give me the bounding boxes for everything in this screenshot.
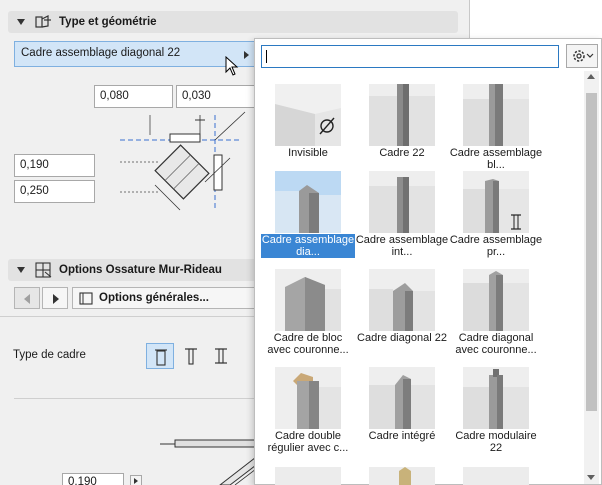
- cadre-assemblage-pr-image: [463, 171, 529, 233]
- section-header-type-geometry[interactable]: Type et géométrie: [8, 11, 458, 33]
- profile-thumbnail-partial: [463, 467, 529, 485]
- section-title-frame-options: Options Ossature Mur-Rideau: [59, 264, 222, 276]
- options-page-label: Options générales...: [99, 292, 209, 304]
- divider: [0, 316, 262, 317]
- frame-preview-diagram: [160, 439, 260, 485]
- profile-label: Cadre modulaire 22: [455, 430, 537, 454]
- profile-item-cadre-double-regulier[interactable]: Cadre double régulier avec c...: [261, 367, 355, 463]
- profile-picker-popup: Invisible Cadre 22 Cadre assemblage bl..…: [254, 38, 602, 485]
- previous-page-button[interactable]: [14, 287, 40, 309]
- profile-item-cadre-assemblage-int[interactable]: Cadre assemblage int...: [355, 171, 449, 267]
- profile-label: Cadre assemblage dia...: [261, 234, 355, 258]
- cadre-integre-image: [369, 367, 435, 429]
- profile-label: Cadre de bloc avec couronne...: [267, 332, 349, 356]
- profile-label: Cadre assemblage pr...: [449, 234, 543, 258]
- profile-thumbnail: [463, 171, 529, 233]
- chevron-right-icon: [244, 51, 249, 59]
- profile-label: Invisible: [288, 147, 328, 159]
- profile-thumbnail: [275, 269, 341, 331]
- scrollbar-thumb[interactable]: [586, 93, 597, 411]
- profile-thumbnail: [463, 367, 529, 429]
- cadre-diagonal-22-image: [369, 269, 435, 331]
- collapse-triangle-icon[interactable]: [17, 19, 25, 25]
- profile-label: Cadre intégré: [368, 430, 436, 442]
- profile-thumbnail: [275, 84, 341, 146]
- options-page-dropdown[interactable]: Options générales...: [72, 287, 258, 309]
- chevron-right-icon: [134, 478, 138, 484]
- gear-icon: [573, 50, 594, 62]
- profile-item-invisible[interactable]: Invisible: [261, 84, 355, 180]
- profile-item-cadre-assemblage-pr[interactable]: Cadre assemblage pr...: [449, 171, 543, 267]
- frame-type-rect-icon: [155, 349, 167, 366]
- profile-thumbnail: [369, 367, 435, 429]
- profile-thumbnail: [275, 367, 341, 429]
- scroll-up-icon[interactable]: [587, 74, 595, 79]
- profile-item-cadre-assemblage-dia[interactable]: Cadre assemblage dia...: [261, 171, 355, 267]
- profile-geometry-diagram: [120, 111, 246, 211]
- cadre-assemblage-bl-image: [463, 84, 529, 146]
- cadre-assemblage-dia-image: [275, 171, 341, 233]
- profile-type-icon: [35, 15, 51, 28]
- profile-label: Cadre diagonal 22: [357, 332, 447, 344]
- profile-item-cadre-de-bloc[interactable]: Cadre de bloc avec couronne...: [261, 269, 355, 365]
- dimension-field-side-1[interactable]: 0,190: [14, 154, 95, 177]
- dimension-field-side-2[interactable]: 0,250: [14, 180, 95, 203]
- frame-type-option-3[interactable]: [208, 343, 234, 369]
- profile-thumbnail: [369, 171, 435, 233]
- text-caret: [266, 50, 267, 63]
- frame-type-label: Type de cadre: [13, 349, 86, 361]
- cadre-assemblage-int-image: [369, 171, 435, 233]
- profile-selector[interactable]: Cadre assemblage diagonal 22: [14, 41, 256, 67]
- profile-item-cadre-22[interactable]: Cadre 22: [355, 84, 449, 180]
- chevron-right-icon: [53, 294, 59, 304]
- profile-item-cadre-diagonal-couronne[interactable]: Cadre diagonal avec couronne...: [449, 269, 543, 365]
- profile-item-cadre-assemblage-bl[interactable]: Cadre assemblage bl...: [449, 84, 543, 180]
- dimension-field-top-right[interactable]: 0,030: [176, 85, 255, 108]
- bottom-stepper-button[interactable]: [130, 475, 142, 485]
- profile-thumbnail-partial: [369, 467, 435, 485]
- profile-label: Cadre diagonal avec couronne...: [455, 332, 537, 356]
- profile-selector-value: Cadre assemblage diagonal 22: [21, 47, 181, 59]
- profile-item-cadre-modulaire-22[interactable]: Cadre modulaire 22: [449, 367, 543, 463]
- curtain-wall-frame-icon: [35, 262, 52, 278]
- general-options-icon: [79, 292, 93, 305]
- profile-thumbnail: [275, 171, 341, 233]
- profile-thumbnail: [369, 84, 435, 146]
- profile-item-cadre-diagonal-22[interactable]: Cadre diagonal 22: [355, 269, 449, 365]
- cadre-double-regulier-image: [275, 367, 341, 429]
- cadre-de-bloc-image: [275, 269, 341, 331]
- dimension-field-top-left[interactable]: 0,080: [94, 85, 173, 108]
- profile-thumbnail: [463, 269, 529, 331]
- profile-item-cadre-integre[interactable]: Cadre intégré: [355, 367, 449, 463]
- dimension-field-bottom[interactable]: 0,190: [62, 473, 124, 485]
- cadre-diagonal-couronne-image: [463, 269, 529, 331]
- partial-profile-image: [399, 467, 411, 485]
- profile-label: Cadre assemblage bl...: [449, 147, 543, 171]
- profile-label: Cadre 22: [379, 147, 425, 159]
- scroll-down-icon[interactable]: [587, 475, 595, 480]
- profile-thumbnail: [369, 269, 435, 331]
- profile-label: Cadre double régulier avec c...: [267, 430, 349, 454]
- frame-type-option-1[interactable]: [146, 343, 174, 369]
- chevron-left-icon: [24, 294, 30, 304]
- cadre-22-image: [369, 84, 435, 146]
- next-page-button[interactable]: [42, 287, 68, 309]
- profile-label: Cadre assemblage int...: [355, 234, 449, 258]
- frame-type-option-2[interactable]: [178, 343, 204, 369]
- section-title-type-geometry: Type et géométrie: [59, 16, 157, 28]
- frame-type-i-icon: [215, 348, 227, 364]
- invisible-profile-image: [275, 84, 341, 146]
- profile-thumbnail: [463, 84, 529, 146]
- mouse-cursor-icon: [225, 56, 239, 76]
- profile-thumbnail-partial: [275, 467, 341, 485]
- settings-menu-button[interactable]: [566, 44, 598, 68]
- frame-type-t-icon: [185, 348, 197, 365]
- cadre-modulaire-22-image: [463, 367, 529, 429]
- divider: [14, 398, 258, 399]
- search-input[interactable]: [261, 45, 559, 68]
- collapse-triangle-icon[interactable]: [17, 267, 25, 273]
